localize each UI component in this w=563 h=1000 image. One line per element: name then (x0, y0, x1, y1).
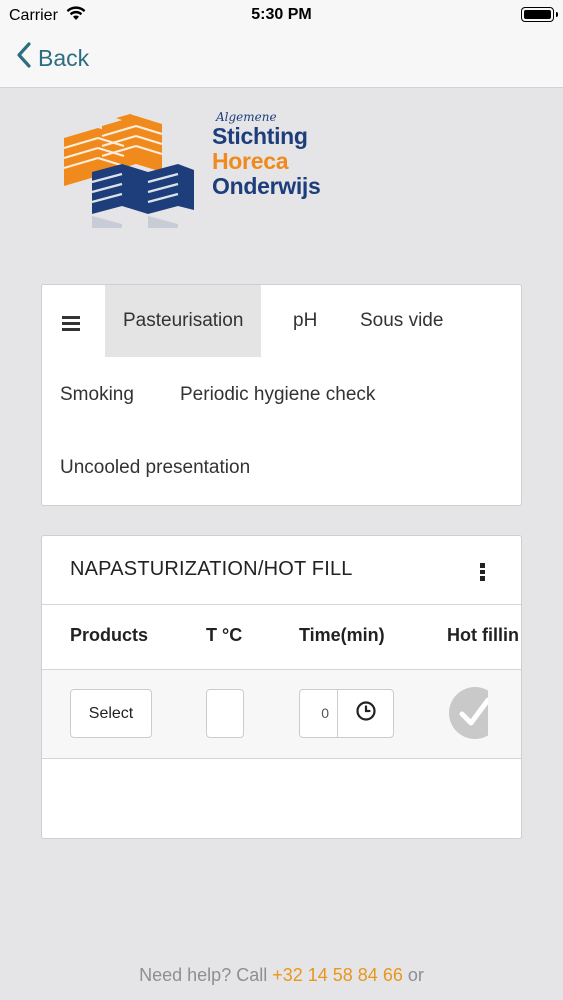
logo-wordmark: Algemene Stichting Horeca Onderwijs (212, 110, 321, 199)
kebab-menu-icon[interactable] (480, 563, 486, 583)
logo-mark (63, 114, 194, 228)
logo-small-text: Algemene (216, 110, 277, 124)
help-text-suffix: or (402, 965, 424, 985)
temperature-input[interactable] (206, 689, 244, 738)
status-time: 5:30 PM (251, 6, 312, 23)
hot-fill-card: NAPASTURIZATION/HOT FILL Products T °C T… (41, 535, 522, 839)
clock-icon (355, 700, 377, 727)
divider (42, 604, 521, 605)
checkmark-icon (448, 687, 488, 740)
logo-line-3: Onderwijs (212, 173, 321, 199)
column-header-time: Time(min) (299, 625, 385, 645)
status-bar: Carrier 5:30 PM (0, 0, 563, 30)
select-product-button[interactable]: Select (70, 689, 152, 738)
time-picker-button[interactable] (337, 689, 394, 738)
time-input[interactable]: 0 (299, 689, 338, 738)
shd-logo: Algemene Stichting Horeca Onderwijs (62, 110, 332, 230)
tab-sous-vide[interactable]: Sous vide (360, 285, 443, 357)
column-header-hot-filling: Hot fillin (447, 625, 519, 645)
logo-line-2: Horeca (212, 148, 289, 174)
tab-ph[interactable]: pH (293, 285, 317, 357)
help-phone-link[interactable]: +32 14 58 84 66 (272, 965, 403, 985)
back-label: Back (38, 44, 90, 71)
navigation-bar: Back (0, 30, 563, 88)
tab-uncooled-presentation[interactable]: Uncooled presentation (60, 432, 250, 504)
hamburger-icon[interactable] (62, 316, 80, 331)
divider (42, 758, 521, 759)
battery-icon (521, 7, 558, 22)
help-footer: Need help? Call +32 14 58 84 66 or (0, 965, 563, 986)
help-text: Need help? Call (139, 965, 273, 985)
hot-filling-toggle[interactable] (448, 686, 488, 740)
tab-pasteurisation[interactable]: Pasteurisation (105, 285, 262, 357)
chevron-left-icon (16, 42, 32, 74)
logo-line-1: Stichting (212, 123, 308, 149)
column-header-products: Products (70, 625, 149, 645)
card-title: NAPASTURIZATION/HOT FILL (70, 558, 353, 580)
category-tabs-card: Pasteurisation pH Sous vide Smoking Peri… (41, 284, 522, 506)
column-header-temperature: T °C (206, 625, 243, 645)
tab-smoking[interactable]: Smoking (60, 359, 134, 431)
tab-periodic-hygiene-check[interactable]: Periodic hygiene check (180, 359, 375, 431)
back-button[interactable]: Back (16, 42, 89, 74)
